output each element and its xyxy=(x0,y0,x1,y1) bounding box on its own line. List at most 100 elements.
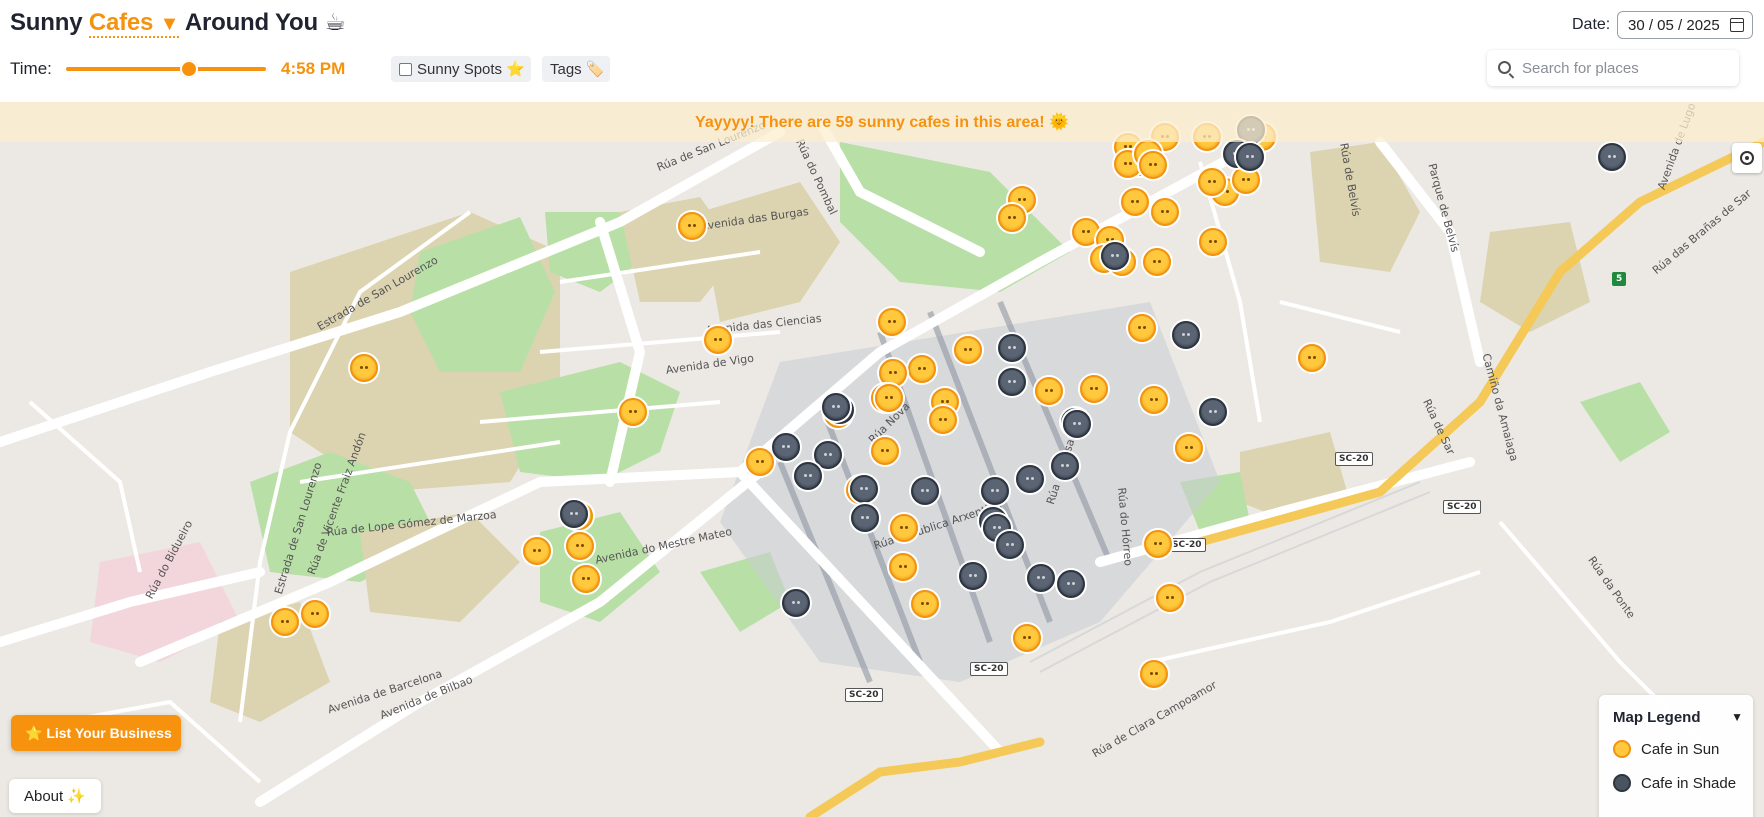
cafe-marker-sun[interactable] xyxy=(1156,584,1184,612)
cafe-marker-sun[interactable] xyxy=(908,355,936,383)
cafe-marker-sun[interactable] xyxy=(523,537,551,565)
cafe-marker-sun[interactable] xyxy=(1139,151,1167,179)
cafe-marker-sun[interactable] xyxy=(619,398,647,426)
cafe-marker-sun[interactable] xyxy=(1121,188,1149,216)
cafe-marker-sun[interactable] xyxy=(954,336,982,364)
cafe-marker-sun[interactable] xyxy=(1144,530,1172,558)
cafe-marker-sun[interactable] xyxy=(911,590,939,618)
cafe-marker-sun[interactable] xyxy=(1128,314,1156,342)
cafe-marker-shade[interactable] xyxy=(959,562,987,590)
legend-shade-label: Cafe in Shade xyxy=(1641,775,1737,792)
map-view[interactable]: Yayyyy! There are 59 sunny cafes in this… xyxy=(0,102,1764,817)
cafe-marker-sun[interactable] xyxy=(572,565,600,593)
cafe-marker-shade[interactable] xyxy=(850,475,878,503)
cafe-marker-shade[interactable] xyxy=(822,393,850,421)
cafe-marker-sun[interactable] xyxy=(998,204,1026,232)
cafe-marker-shade[interactable] xyxy=(772,433,800,461)
search-input[interactable] xyxy=(1522,50,1732,86)
cafe-marker-sun[interactable] xyxy=(566,532,594,560)
cafe-marker-shade[interactable] xyxy=(1051,452,1079,480)
cafe-marker-sun[interactable] xyxy=(350,354,378,382)
cafe-marker-shade[interactable] xyxy=(560,500,588,528)
list-your-business-button[interactable]: ⭐ List Your Business xyxy=(11,715,181,751)
cafe-marker-sun[interactable] xyxy=(1140,386,1168,414)
legend-title: Map Legend xyxy=(1613,709,1701,726)
cafe-marker-shade[interactable] xyxy=(851,504,879,532)
cafe-marker-shade[interactable] xyxy=(998,368,1026,396)
about-button[interactable]: About ✨ xyxy=(9,779,101,813)
cafe-marker-shade[interactable] xyxy=(1027,564,1055,592)
tags-button[interactable]: Tags 🏷️ xyxy=(542,56,610,82)
map-zone xyxy=(1310,142,1420,272)
cafe-marker-sun[interactable] xyxy=(1151,198,1179,226)
cafe-marker-sun[interactable] xyxy=(875,384,903,412)
cafe-marker-shade[interactable] xyxy=(981,477,1009,505)
road-shield: SC-20 xyxy=(970,662,1008,676)
time-slider[interactable] xyxy=(66,59,266,79)
cafe-marker-sun[interactable] xyxy=(871,437,899,465)
cafe-marker-shade[interactable] xyxy=(911,477,939,505)
cafe-marker-sun[interactable] xyxy=(1013,624,1041,652)
cafe-marker-shade[interactable] xyxy=(782,589,810,617)
cafe-marker-sun[interactable] xyxy=(889,553,917,581)
cafe-marker-sun[interactable] xyxy=(878,308,906,336)
road-shield: SC-20 xyxy=(1335,452,1373,466)
legend-sun-label: Cafe in Sun xyxy=(1641,741,1720,758)
sunny-spots-label: Sunny Spots ⭐ xyxy=(417,61,525,78)
calendar-icon[interactable] xyxy=(1730,18,1744,32)
map-legend: Map Legend ▼ Cafe in Sun Cafe in Shade xyxy=(1599,695,1753,817)
sunny-spots-toggle[interactable]: Sunny Spots ⭐ xyxy=(391,56,531,82)
legend-item-sun: Cafe in Sun xyxy=(1613,740,1719,758)
road-shield: SC-20 xyxy=(1443,500,1481,514)
cafe-marker-sun[interactable] xyxy=(1175,434,1203,462)
cafe-marker-shade[interactable] xyxy=(794,462,822,490)
cafe-marker-sun[interactable] xyxy=(1199,228,1227,256)
date-value: 30 / 05 / 2025 xyxy=(1628,17,1720,34)
cafe-marker-shade[interactable] xyxy=(1236,143,1264,171)
cafe-marker-sun[interactable] xyxy=(301,600,329,628)
legend-collapse-icon[interactable]: ▼ xyxy=(1731,710,1743,724)
date-input[interactable]: 30 / 05 / 2025 xyxy=(1617,11,1753,39)
cafe-marker-sun[interactable] xyxy=(1143,248,1171,276)
cafe-marker-shade[interactable] xyxy=(1057,570,1085,598)
cafe-marker-sun[interactable] xyxy=(879,359,907,387)
title-suffix: Around You ☕ xyxy=(184,9,346,36)
cafe-marker-shade[interactable] xyxy=(998,334,1026,362)
map-zone xyxy=(700,182,840,322)
time-value: 4:58 PM xyxy=(281,59,346,78)
cafe-marker-sun[interactable] xyxy=(704,326,732,354)
cafe-marker-sun[interactable] xyxy=(1198,168,1226,196)
cafe-marker-sun[interactable] xyxy=(890,514,918,542)
road-shield: SC-20 xyxy=(845,688,883,702)
cafe-marker-shade[interactable] xyxy=(1016,465,1044,493)
cafe-marker-sun[interactable] xyxy=(271,608,299,636)
search-box[interactable] xyxy=(1487,50,1739,86)
sunny-spots-checkbox[interactable] xyxy=(399,63,412,76)
locate-me-button[interactable] xyxy=(1732,143,1762,173)
date-label: Date: xyxy=(1572,16,1611,33)
cafe-marker-shade[interactable] xyxy=(1598,143,1626,171)
cafe-marker-sun[interactable] xyxy=(1080,375,1108,403)
title-prefix: Sunny xyxy=(10,9,83,36)
cafe-marker-shade[interactable] xyxy=(1101,242,1129,270)
cafe-marker-shade[interactable] xyxy=(814,441,842,469)
cafe-marker-sun[interactable] xyxy=(929,406,957,434)
cafe-marker-shade[interactable] xyxy=(1063,410,1091,438)
cafe-marker-sun[interactable] xyxy=(746,448,774,476)
cafe-marker-sun[interactable] xyxy=(1035,377,1063,405)
crosshair-icon xyxy=(1740,151,1754,165)
category-selector[interactable]: Cafes ▼ xyxy=(88,9,180,38)
tags-label: Tags 🏷️ xyxy=(550,61,605,78)
cafe-marker-sun[interactable] xyxy=(1140,660,1168,688)
cafe-marker-sun[interactable] xyxy=(1298,344,1326,372)
slider-thumb[interactable] xyxy=(180,60,198,78)
cafe-marker-shade[interactable] xyxy=(996,531,1024,559)
time-label: Time: xyxy=(10,59,52,78)
shade-face-icon xyxy=(1613,774,1631,792)
header-bar: Sunny Cafes ▼ Around You ☕ Date: 30 / 05… xyxy=(0,0,1764,102)
chevron-down-icon: ▼ xyxy=(159,13,180,35)
cafe-marker-sun[interactable] xyxy=(678,212,706,240)
cafe-marker-shade[interactable] xyxy=(1172,321,1200,349)
cafe-marker-shade[interactable] xyxy=(1199,398,1227,426)
category-label: Cafes xyxy=(88,9,154,36)
